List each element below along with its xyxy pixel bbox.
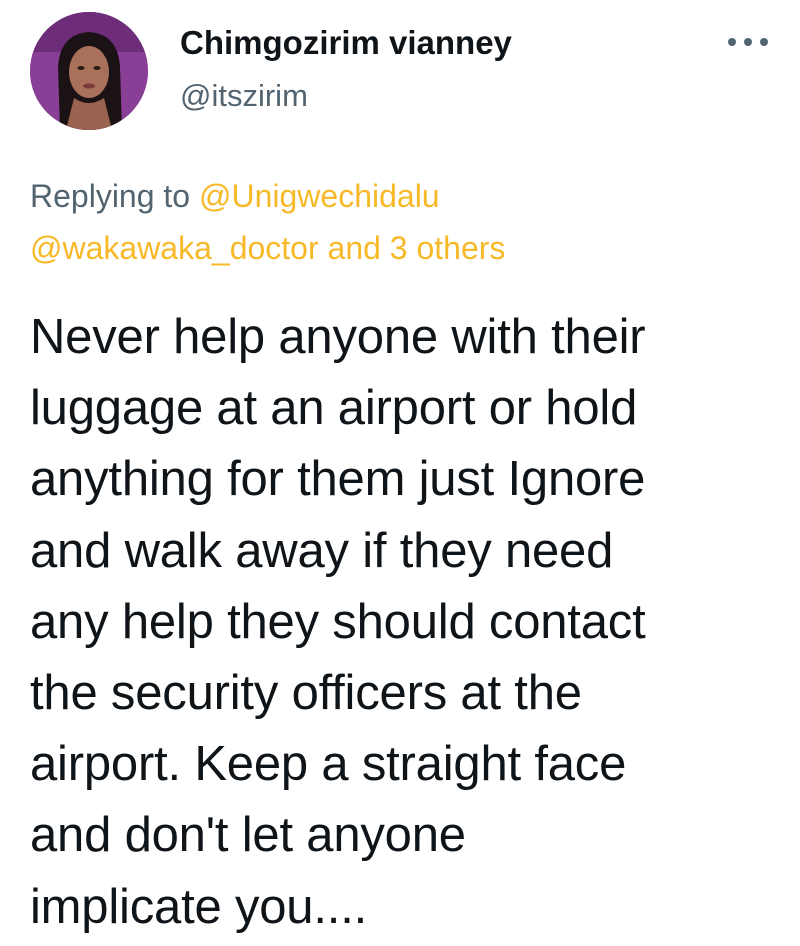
others-link[interactable]: and 3 others [328,230,506,266]
reply-context: Replying to @Unigwechidalu @wakawaka_doc… [30,170,770,274]
tweet-card: Chimgozirim vianney @itszirim Replying t… [0,0,800,946]
reply-prefix: Replying to [30,178,191,214]
more-horizontal-icon[interactable] [722,30,774,54]
mention-link[interactable]: @Unigwechidalu [199,178,440,214]
tweet-text: Never help anyone with their luggage at … [30,310,646,934]
author-name[interactable]: Chimgozirim vianney [180,24,512,62]
avatar-photo [30,12,148,130]
avatar[interactable] [30,12,148,130]
author-handle[interactable]: @itszirim [180,78,308,114]
mention-link[interactable]: @wakawaka_doctor [30,230,319,266]
